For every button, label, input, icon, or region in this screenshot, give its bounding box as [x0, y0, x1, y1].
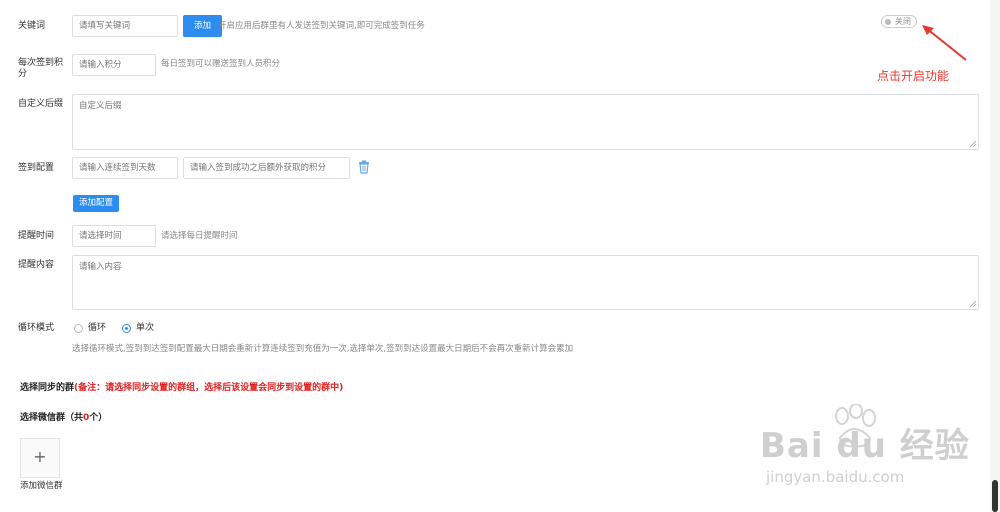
annotation-text: 点击开启功能 [877, 69, 950, 83]
points-hint: 每日签到可以赠送签到人员积分 [161, 59, 281, 69]
sync-group-title: 选择同步的群(备注：请选择同步设置的群组，选择后该设置会同步到设置的群中) [20, 380, 343, 393]
keyword-hint: 开启应用后群里有人发送签到关键词,即可完成签到任务 [218, 21, 425, 31]
add-wechat-group-button[interactable]: + [20, 438, 60, 478]
wechat-label-prefix: 选择微信群（共 [20, 413, 84, 423]
points-input[interactable] [72, 54, 156, 76]
keyword-input[interactable] [72, 15, 178, 37]
sync-group-title-text: 选择同步的群 [20, 383, 75, 393]
sync-group-note: (备注：请选择同步设置的群组，选择后该设置会同步到设置的群中) [74, 383, 344, 393]
feature-toggle[interactable]: 关闭 [881, 15, 917, 28]
remind-time-label: 提醒时间 [18, 231, 55, 241]
add-config-button[interactable]: 添加配置 [73, 195, 119, 212]
toggle-label: 关闭 [895, 17, 911, 26]
loop-mode-label: 循环模式 [18, 323, 55, 333]
trash-icon[interactable] [358, 160, 370, 174]
wechat-group-count: 选择微信群（共0个） [20, 410, 107, 423]
remind-content-textarea[interactable] [72, 255, 979, 310]
remind-content-label: 提醒内容 [18, 260, 55, 270]
single-radio[interactable] [122, 324, 131, 333]
loop-option-label: 循环 [88, 323, 107, 333]
add-group-label: 添加微信群 [20, 481, 63, 491]
baidu-watermark: Bai du 经验 [760, 426, 970, 466]
custom-suffix-textarea[interactable] [72, 94, 979, 150]
toggle-knob [885, 19, 891, 25]
loop-mode-hint: 选择循环模式,签到到达签到配置最大日期会重新计算连续签到充值为一次,选择单次,签… [72, 344, 574, 354]
keyword-label: 关键词 [18, 21, 46, 31]
single-option-label: 单次 [136, 323, 155, 333]
points-label: 每次签到积分 [18, 58, 64, 79]
vertical-scrollbar[interactable] [990, 0, 1000, 512]
remind-time-input[interactable] [72, 225, 156, 247]
annotation-arrow-icon [922, 25, 967, 61]
wechat-label-suffix: 个） [89, 413, 108, 423]
sign-config-label: 签到配置 [18, 163, 55, 173]
custom-suffix-label: 自定义后缀 [18, 99, 64, 109]
plus-icon: + [33, 447, 47, 466]
remind-time-hint: 请选择每日提醒时间 [161, 231, 238, 241]
extra-points-input[interactable] [183, 157, 350, 179]
baidu-watermark-url: jingyan.baidu.com [766, 468, 905, 486]
resize-handle-icon[interactable] [969, 300, 977, 308]
add-keyword-button[interactable]: 添加 [183, 15, 222, 37]
resize-handle-icon[interactable] [969, 140, 977, 148]
loop-radio[interactable] [74, 324, 83, 333]
scrollbar-thumb[interactable] [992, 480, 998, 512]
consecutive-days-input[interactable] [72, 157, 178, 179]
